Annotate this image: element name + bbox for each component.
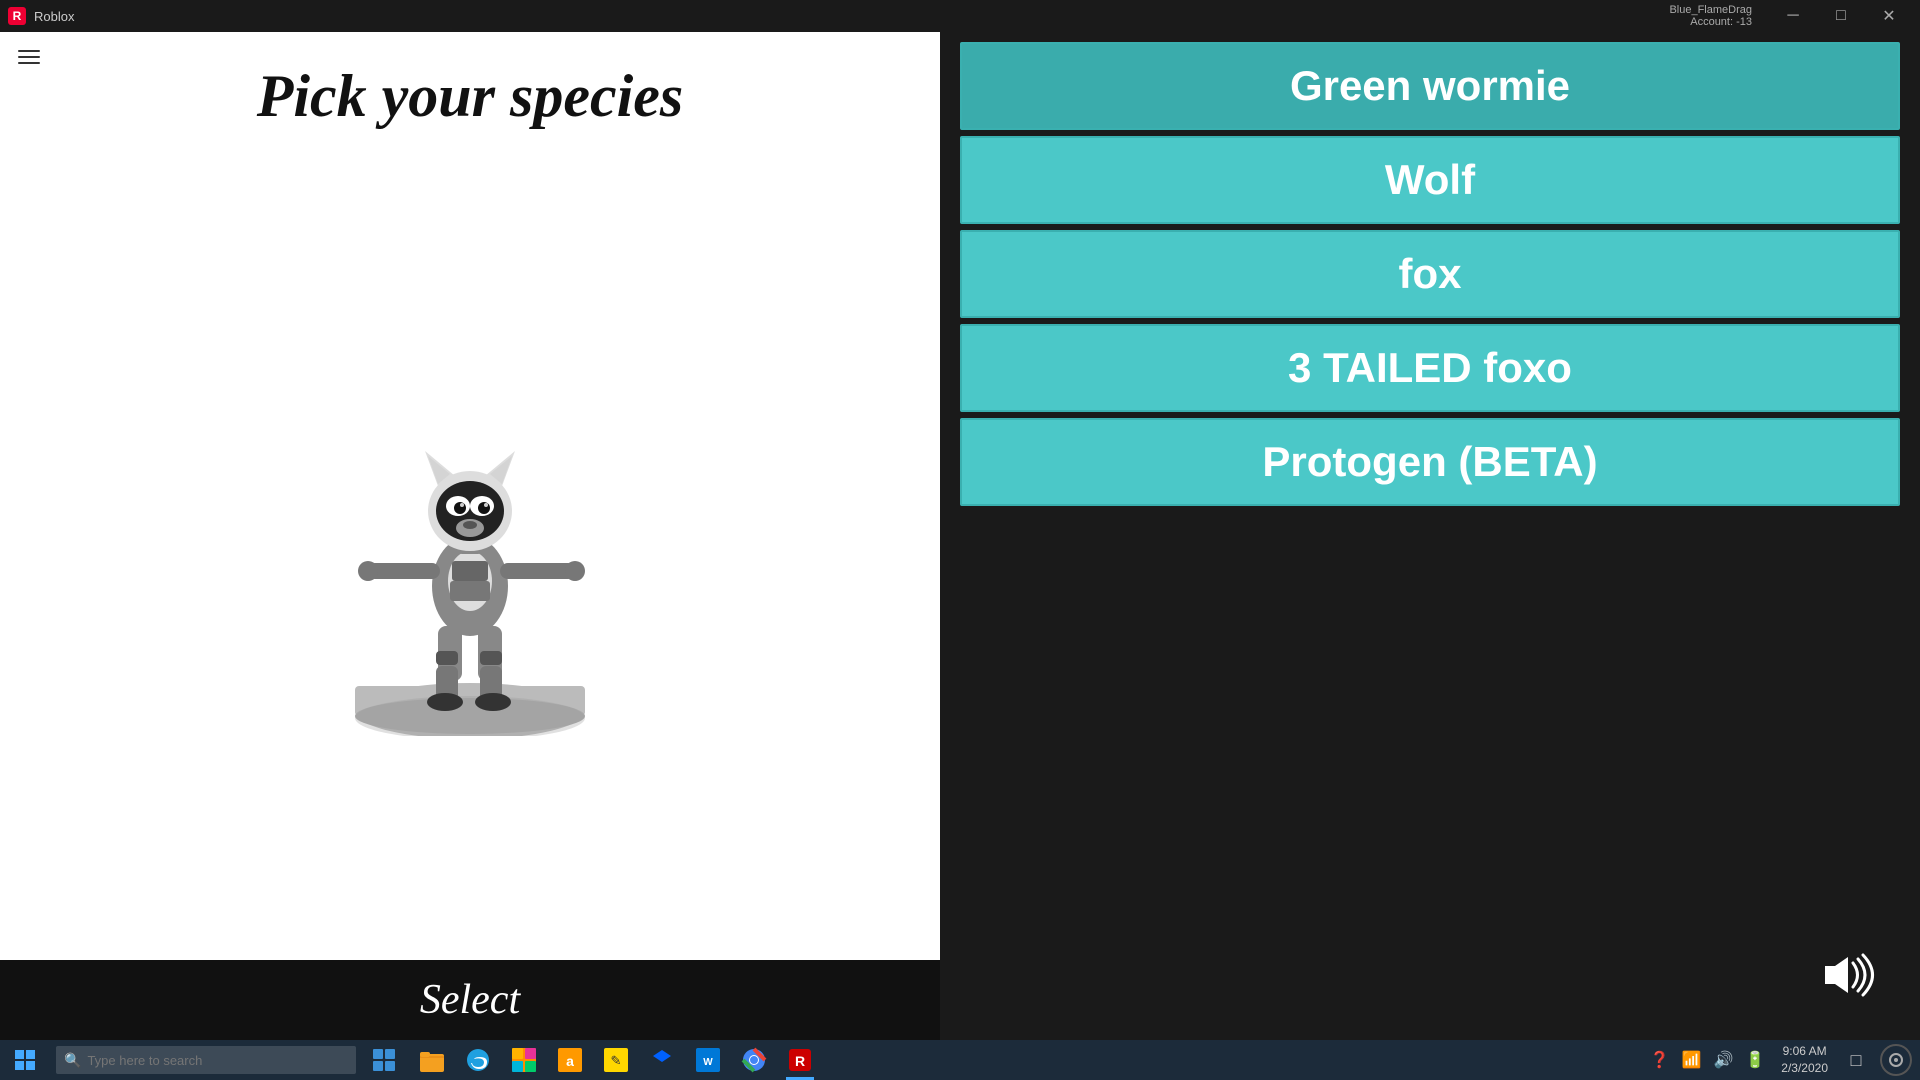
wifi-icon[interactable]: 📶: [1678, 1050, 1706, 1070]
notification-button[interactable]: □: [1840, 1040, 1872, 1080]
maximize-button[interactable]: □: [1818, 0, 1864, 32]
taskbar-photos[interactable]: [502, 1040, 546, 1080]
species-item-green-wormie[interactable]: Green wormie: [960, 42, 1900, 130]
search-box[interactable]: 🔍: [56, 1046, 356, 1074]
taskview-icon: [373, 1049, 395, 1071]
sound-icon[interactable]: 🔊: [1709, 1050, 1737, 1070]
taskbar-sticky[interactable]: ✎: [594, 1040, 638, 1080]
question-icon[interactable]: ❓: [1646, 1050, 1674, 1070]
species-item-wolf[interactable]: Wolf: [960, 136, 1900, 224]
right-panel: Green wormieWolffox3 TAILED foxoProtogen…: [940, 32, 1920, 1040]
volume-icon: [1820, 953, 1880, 997]
clock-date: 2/3/2020: [1781, 1060, 1828, 1077]
sticky-icon: ✎: [603, 1047, 629, 1073]
photos-icon: [511, 1047, 537, 1073]
search-input[interactable]: [87, 1053, 327, 1068]
species-item-protogen[interactable]: Protogen (BETA): [960, 418, 1900, 506]
app7-icon: W: [695, 1047, 721, 1073]
select-button[interactable]: Select: [420, 976, 520, 1024]
taskbar-dropbox[interactable]: [640, 1040, 684, 1080]
roblox-icon: R: [8, 7, 26, 25]
taskbar-right: ❓ 📶 🔊 🔋 9:06 AM 2/3/2020 □: [1646, 1040, 1920, 1080]
taskbar-app7[interactable]: W: [686, 1040, 730, 1080]
account-info: Blue_FlameDrag Account: -13: [1669, 4, 1752, 28]
volume-button[interactable]: [1820, 953, 1880, 1000]
taskbar-edge[interactable]: [456, 1040, 500, 1080]
game-area: Pick your species: [0, 32, 940, 1040]
title-bar: R Roblox Blue_FlameDrag Account: -13 ─ □…: [0, 0, 1920, 32]
svg-text:W: W: [703, 1057, 713, 1068]
taskbar-amazon[interactable]: a: [548, 1040, 592, 1080]
roblox-tb-icon: R: [787, 1047, 813, 1073]
account-label: Account: -13: [1669, 16, 1752, 28]
window-title: Roblox: [34, 9, 74, 24]
page-title: Pick your species: [257, 62, 684, 131]
windows-icon: [15, 1050, 35, 1070]
search-icon: 🔍: [64, 1052, 81, 1069]
start-button[interactable]: [0, 1040, 50, 1080]
title-bar-controls: Blue_FlameDrag Account: -13 ─ □ ✕: [1669, 0, 1912, 32]
dropbox-icon: [649, 1047, 675, 1073]
taskview-button[interactable]: [362, 1040, 406, 1080]
hamburger-button[interactable]: [12, 44, 46, 70]
species-list: Green wormieWolffox3 TAILED foxoProtogen…: [940, 32, 1920, 522]
close-button[interactable]: ✕: [1866, 0, 1912, 32]
chrome-icon: [741, 1047, 767, 1073]
taskbar-chrome[interactable]: [732, 1040, 776, 1080]
clock-time: 9:06 AM: [1781, 1043, 1828, 1060]
svg-text:a: a: [566, 1053, 574, 1069]
ham-line-1: [18, 50, 40, 52]
ham-line-2: [18, 56, 40, 58]
amazon-icon: a: [557, 1047, 583, 1073]
character-svg: [320, 356, 620, 736]
account-name: Blue_FlameDrag: [1669, 4, 1752, 16]
battery-icon[interactable]: 🔋: [1741, 1050, 1769, 1070]
main-container: Pick your species: [0, 32, 1920, 1040]
taskbar: 🔍: [0, 1040, 1920, 1080]
species-item-3-tailed-foxo[interactable]: 3 TAILED foxo: [960, 324, 1900, 412]
file-explorer-icon: [419, 1047, 445, 1073]
svg-text:R: R: [795, 1053, 805, 1069]
svg-text:✎: ✎: [611, 1053, 622, 1068]
minimize-button[interactable]: ─: [1770, 0, 1816, 32]
taskbar-roblox[interactable]: R: [778, 1040, 822, 1080]
system-clock[interactable]: 9:06 AM 2/3/2020: [1773, 1043, 1836, 1077]
title-bar-left: R Roblox: [8, 7, 74, 25]
species-item-fox[interactable]: fox: [960, 230, 1900, 318]
cortana-icon: [1888, 1052, 1904, 1068]
character-display: [320, 131, 620, 960]
select-bar: Select: [0, 960, 940, 1040]
taskbar-file-explorer[interactable]: [410, 1040, 454, 1080]
edge-icon: [465, 1047, 491, 1073]
ham-line-3: [18, 62, 40, 64]
cortana-button[interactable]: [1880, 1044, 1912, 1076]
taskbar-apps: a ✎ W: [410, 1040, 822, 1080]
